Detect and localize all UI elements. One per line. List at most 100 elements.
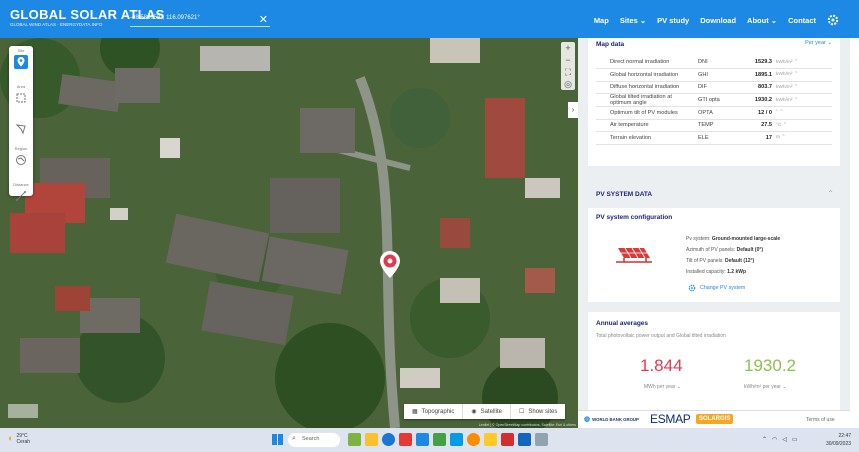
app-icon-red[interactable] — [399, 433, 412, 446]
esmap-label: ESMAP — [650, 412, 691, 426]
nav-map[interactable]: Map — [594, 16, 609, 25]
tilt-value: Default (12°) — [725, 258, 755, 264]
word-icon[interactable] — [518, 433, 531, 446]
edge-icon[interactable] — [382, 433, 395, 446]
pv-system-line: Pv system: Ground-mounted large-scale — [686, 234, 780, 245]
azimuth-line: Azimuth of PV panels: Default (0°) — [686, 245, 780, 256]
app-icon-blue[interactable] — [416, 433, 429, 446]
locate-icon[interactable]: ◎ — [561, 78, 575, 90]
map-attribution[interactable]: Leaflet | © OpenStreetMap contributors, … — [479, 423, 576, 427]
map-data-unit[interactable]: kWh/m² ⌃ — [774, 81, 832, 94]
fullscreen-icon[interactable]: ⛶ — [561, 66, 575, 78]
map-data-row: Air temperature TEMP 27.5 °C ⌃ — [596, 119, 832, 132]
volume-icon[interactable]: ◁ — [782, 436, 787, 443]
gear-icon[interactable] — [827, 14, 839, 26]
weather-sun-icon: ◐ — [8, 433, 14, 443]
main-nav: Map Sites ⌄ PV study Download About ⌄ Co… — [594, 14, 839, 26]
widgets-icon[interactable] — [348, 433, 361, 446]
layer-show-sites[interactable]: ☐ Show sites — [511, 404, 565, 419]
chrome-icon[interactable] — [467, 433, 480, 446]
map-data-unit[interactable]: m ⌃ — [774, 131, 832, 145]
map-data-unit[interactable]: kWh/m² ⌃ — [774, 68, 832, 82]
gti-unit-selector[interactable]: kWh/m² per year ⌄ — [744, 384, 787, 390]
location-pin-icon[interactable] — [378, 250, 402, 280]
map-data-label: Optimum tilt of PV modules — [596, 106, 696, 120]
folder-icon[interactable] — [484, 433, 497, 446]
map-data-unit[interactable]: °C ⌃ — [774, 119, 832, 132]
map-data-value: 1895.1 — [736, 68, 774, 82]
nav-pv-study[interactable]: PV study — [657, 16, 689, 25]
layer-show-sites-label: Show sites — [528, 408, 558, 415]
settings-icon[interactable] — [535, 433, 548, 446]
map-data-unit[interactable]: kWh/m² ⌃ — [774, 56, 832, 69]
change-pv-system-button[interactable]: Change PV system — [688, 284, 745, 292]
nav-download[interactable]: Download — [700, 16, 736, 25]
satellite-map[interactable]: Site Area Region Distance + − ⛶ ◎ › ▦ Top — [0, 38, 578, 428]
pdf-icon[interactable] — [501, 433, 514, 446]
pvout-unit-selector[interactable]: MWh per year ⌄ — [644, 384, 681, 390]
tool-polygon[interactable] — [9, 118, 33, 144]
annual-averages-subtitle: Total photovoltaic power output and Glob… — [596, 333, 726, 339]
layer-topographic[interactable]: ▦ Topographic — [404, 404, 464, 419]
taskbar-search-input[interactable]: ⌕ Search — [288, 433, 340, 447]
tool-area-label: Area — [16, 84, 26, 89]
system-clock[interactable]: 22:47 30/09/2023 — [826, 432, 851, 448]
esmap-logo[interactable]: ESMAP — [650, 412, 691, 426]
area-icon — [16, 93, 26, 103]
pv-config-details: Pv system: Ground-mounted large-scale Az… — [686, 234, 780, 278]
coordinates-search-input[interactable]: -08.588053°, 116.097621° ✕ — [130, 13, 270, 27]
search-icon: ⌕ — [292, 435, 296, 442]
region-icon — [16, 155, 26, 165]
windows-start-icon[interactable] — [272, 434, 283, 445]
tool-distance[interactable]: Distance — [9, 180, 33, 216]
layer-satellite[interactable]: ◉ Satellite — [463, 404, 511, 419]
world-bank-label: WORLD BANK GROUP — [592, 416, 639, 422]
map-tool-rail: Site Area Region Distance — [9, 46, 33, 201]
clock-date: 30/09/2023 — [826, 441, 852, 447]
map-data-unit[interactable]: ° ⌃ — [774, 106, 832, 120]
store-icon[interactable] — [450, 433, 463, 446]
satellite-imagery — [0, 38, 578, 428]
tool-region[interactable]: Region — [9, 144, 33, 180]
taskbar-apps — [348, 433, 548, 446]
gear-icon — [688, 284, 696, 292]
map-data-abbr: DIF — [696, 81, 736, 94]
tool-area[interactable]: Area — [9, 82, 33, 118]
map-data-unit[interactable]: kWh/m² ⌃ — [774, 93, 832, 107]
layer-satellite-label: Satellite — [480, 408, 502, 415]
terms-of-use-link[interactable]: Terms of use — [806, 417, 835, 423]
period-selector[interactable]: Per year ⌄ — [805, 40, 832, 46]
map-data-value: 17 — [736, 131, 774, 145]
map-scale-bar — [8, 404, 38, 418]
tilt-prefix: Tilt of PV panels: — [686, 258, 725, 264]
map-data-row: Global tilted irradiation at optimum ang… — [596, 93, 832, 107]
nav-about[interactable]: About ⌄ — [747, 16, 777, 25]
zoom-control: + − ⛶ ◎ — [561, 42, 575, 90]
tool-site[interactable]: Site — [9, 46, 33, 82]
map-data-title: Map data — [596, 41, 625, 48]
wifi-icon[interactable]: ◠ — [772, 436, 777, 443]
app-icon-green[interactable] — [433, 433, 446, 446]
chevron-up-icon[interactable]: ⌃ — [827, 189, 834, 198]
nav-contact[interactable]: Contact — [788, 16, 816, 25]
panel-collapse-chevron-icon[interactable]: › — [568, 102, 578, 118]
solargis-logo[interactable]: SOLARGIS — [696, 414, 734, 424]
zoom-out-button[interactable]: − — [561, 54, 575, 66]
taskbar-search-label: Search — [302, 436, 320, 442]
close-icon[interactable]: ✕ — [259, 13, 268, 26]
layer-topographic-label: Topographic — [421, 408, 455, 415]
pv-system-data-header[interactable]: PV SYSTEM DATA ⌃ — [588, 184, 840, 204]
chevron-up-icon[interactable]: ⌃ — [762, 436, 767, 443]
nav-sites[interactable]: Sites ⌄ — [620, 16, 646, 25]
azimuth-value: Default (0°) — [736, 247, 764, 253]
zoom-in-button[interactable]: + — [561, 42, 575, 54]
capacity-line: Installed capacity: 1.2 kWp — [686, 267, 780, 278]
weather-widget[interactable]: ◐ 29°C Cerah — [8, 433, 30, 445]
topographic-icon: ▦ — [412, 409, 418, 415]
pv-system-prefix: Pv system: — [686, 236, 712, 242]
map-data-abbr: GTI opta — [696, 93, 736, 107]
file-explorer-icon[interactable] — [365, 433, 378, 446]
map-data-row: Terrain elevation ELE 17 m ⌃ — [596, 131, 832, 145]
world-bank-logo[interactable]: ◍ WORLD BANK GROUP — [584, 415, 639, 423]
battery-icon[interactable]: ▭ — [792, 436, 798, 443]
